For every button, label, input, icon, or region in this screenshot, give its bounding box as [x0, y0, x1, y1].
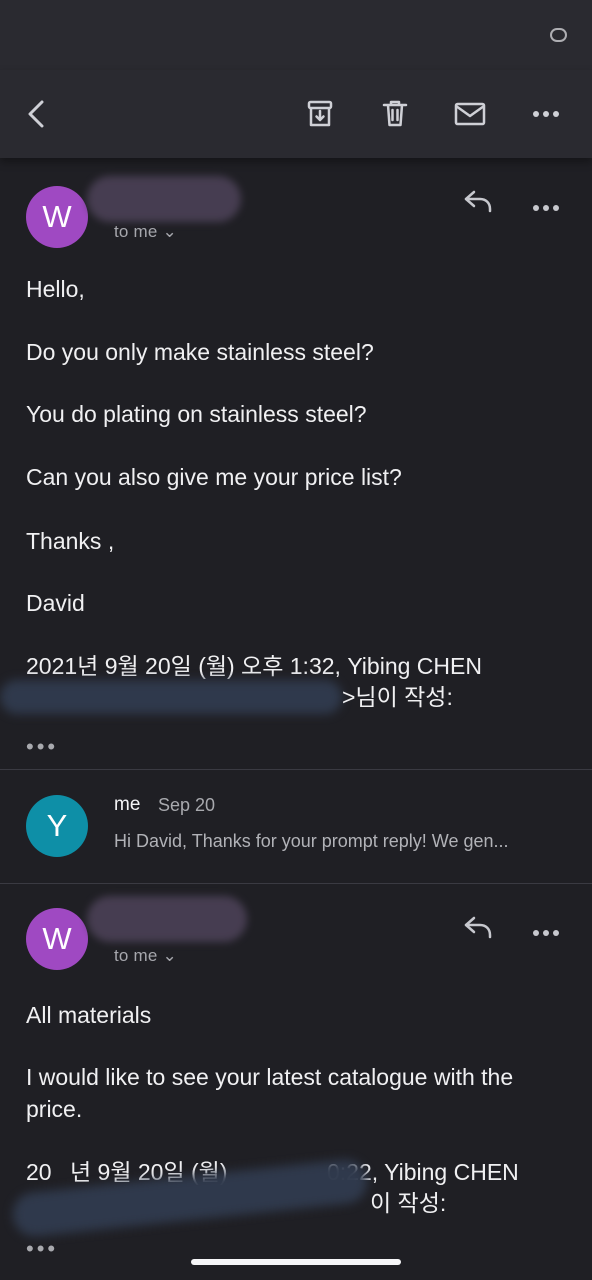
mark-unread-button[interactable] — [448, 92, 492, 136]
expand-quoted-text-button[interactable]: ••• — [26, 736, 58, 758]
email-message-collapsed[interactable]: Y me Sep 20 Hi David, Thanks for your pr… — [0, 770, 592, 883]
email-message-1: W to me ⌄ Hello, Do you only make stainl… — [0, 158, 592, 770]
status-bar — [0, 0, 592, 70]
message-date: Sep 20 — [158, 795, 216, 815]
redacted-email-address — [0, 680, 342, 714]
email-body-line: Thanks , — [26, 528, 115, 554]
back-button[interactable] — [14, 92, 58, 136]
archive-icon — [307, 100, 333, 127]
recipient-text: to me — [114, 946, 158, 965]
recipient-line[interactable]: to me ⌄ — [114, 222, 177, 242]
message-more-icon[interactable] — [532, 199, 560, 217]
sender-avatar[interactable]: W — [26, 186, 88, 248]
email-body-line: Do you only make stainless steel? — [26, 339, 374, 365]
more-horizontal-icon — [533, 111, 559, 117]
message-more-icon[interactable] — [532, 924, 560, 942]
quoted-header-line: >님이 작성: — [342, 684, 453, 710]
status-indicator-icon — [548, 26, 570, 44]
avatar-letter: W — [42, 921, 72, 956]
email-body-line: Hello, — [26, 276, 85, 302]
reply-icon[interactable] — [462, 912, 494, 947]
home-indicator[interactable] — [191, 1259, 401, 1265]
recipient-line[interactable]: to me ⌄ — [114, 946, 177, 966]
email-body-line: I would like to see your latest catalogu… — [26, 1064, 514, 1122]
email-body-line: All materials — [26, 1002, 152, 1028]
delete-button[interactable] — [373, 92, 417, 136]
chevron-down-icon: ⌄ — [162, 222, 177, 241]
avatar-letter: W — [42, 199, 72, 234]
trash-icon — [382, 100, 408, 127]
email-message-2: W to me ⌄ All materials I would like to … — [0, 884, 592, 1280]
email-body-line: You do plating on stainless steel? — [26, 401, 367, 427]
reply-icon[interactable] — [462, 186, 494, 221]
sender-avatar[interactable]: W — [26, 908, 88, 970]
recipient-text: to me — [114, 222, 158, 241]
quoted-header-line: 2021년 9월 20일 (월) 오후 1:32, Yibing CHEN — [26, 653, 482, 679]
chevron-down-icon: ⌄ — [162, 946, 177, 965]
sender-name: me — [114, 794, 141, 815]
mail-icon — [454, 102, 486, 126]
toolbar-more-button[interactable] — [524, 92, 568, 136]
quoted-header-fragment: 이 작성: — [370, 1190, 447, 1216]
quoted-header-fragment: 20 — [26, 1159, 52, 1185]
email-toolbar — [0, 70, 592, 158]
expand-quoted-text-button[interactable]: ••• — [26, 1238, 58, 1260]
email-body-line: David — [26, 590, 85, 616]
back-arrow-icon — [28, 100, 44, 128]
sender-avatar[interactable]: Y — [26, 795, 88, 857]
avatar-letter: Y — [46, 808, 68, 843]
message-snippet: Hi David, Thanks for your prompt reply! … — [114, 831, 509, 851]
redacted-sender — [87, 896, 247, 942]
archive-button[interactable] — [298, 92, 342, 136]
redacted-sender — [87, 176, 241, 222]
email-body-line: Can you also give me your price list? — [26, 464, 402, 490]
